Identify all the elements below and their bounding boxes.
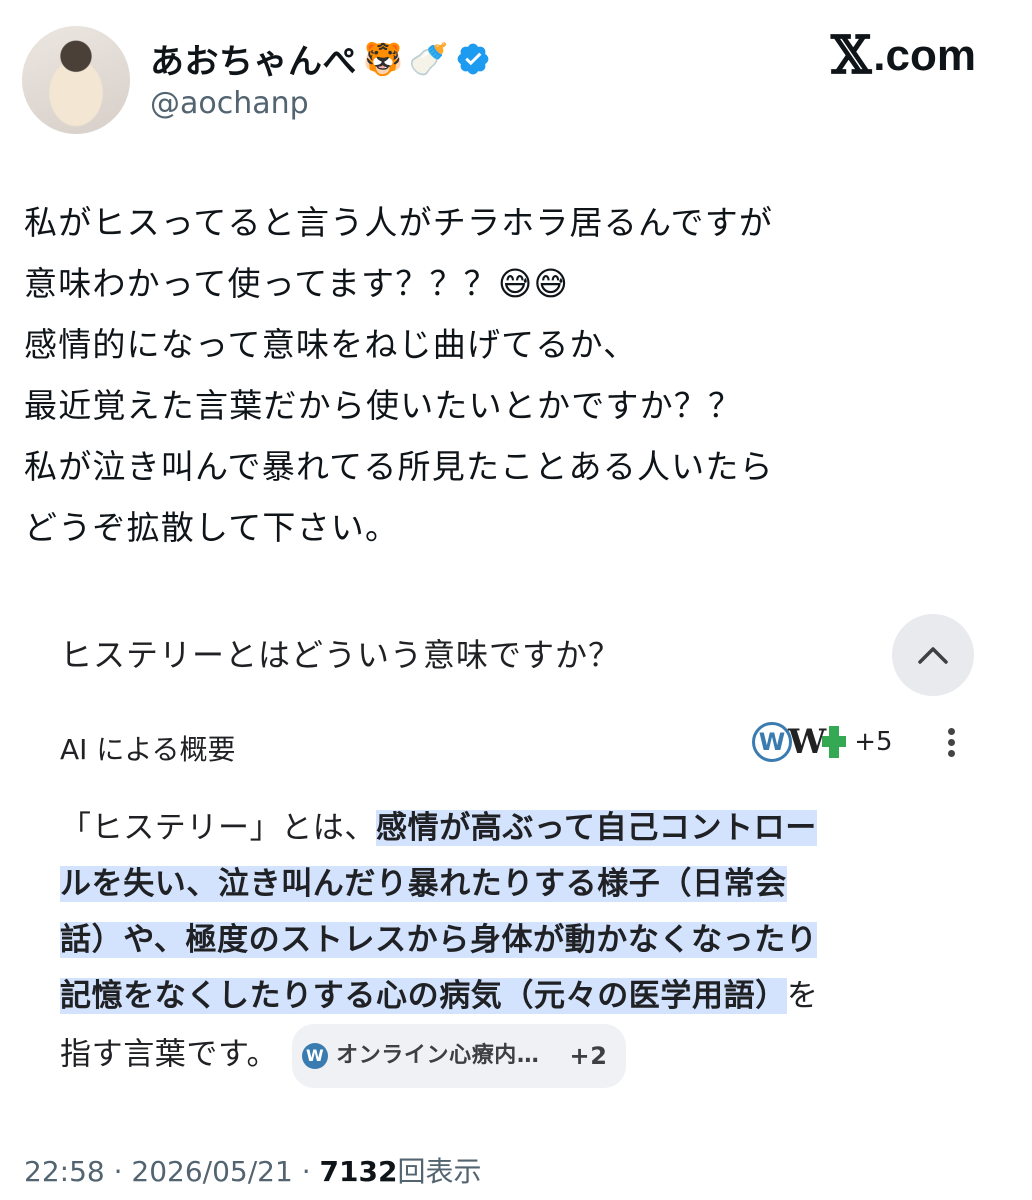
answer-text: 「ヒステリー」とは、 — [60, 810, 376, 846]
view-count: 7132 — [319, 1155, 398, 1188]
site-domain: .com — [873, 31, 976, 80]
verified-badge-icon — [457, 43, 489, 74]
tweet-line: 最近覚えた言葉だから使いたいとかですか？？ — [24, 386, 743, 425]
tweet-line: 意味わかって使ってます？？？😅😅 — [24, 264, 570, 303]
post-date[interactable]: 2026/05/21 — [131, 1155, 292, 1188]
post-time[interactable]: 22:58 — [24, 1155, 105, 1188]
wordpress-icon: W — [752, 722, 792, 762]
tweet-line: 私がヒスってると言う人がチラホラ居るんですが — [24, 203, 774, 242]
answer-highlight: ルを失い、泣き叫んだり暴れたりする様子（日常会 — [60, 866, 787, 902]
avatar[interactable] — [22, 26, 130, 134]
tiger-emoji: 🐯 — [363, 39, 403, 78]
source-chip-count: +2 — [569, 1042, 608, 1070]
handle[interactable]: @aochanp — [150, 86, 309, 121]
tweet-line: 感情的になって意味をねじ曲げてるか、 — [24, 325, 638, 364]
view-label: 回表示 — [397, 1155, 482, 1188]
source-icons[interactable]: W W +5 — [752, 722, 893, 762]
answer-highlight: 記憶をなくしたりする心の病気（元々の医学用語） — [60, 978, 787, 1014]
collapse-button[interactable] — [892, 614, 974, 696]
embedded-screenshot: ヒステリーとはどういう意味ですか？ AI による概要 W W +5 「ヒステリー… — [60, 600, 990, 1100]
wordpress-icon: W — [302, 1043, 329, 1069]
tweet-text: 私がヒスってると言う人がチラホラ居るんですが 意味わかって使ってます？？？😅😅 … — [24, 192, 1014, 558]
x-logo: 𝕏 .com — [831, 30, 976, 82]
baby-bottle-emoji: 🍼 — [408, 39, 449, 78]
green-cross-icon — [822, 726, 847, 758]
chevron-up-icon — [918, 647, 948, 664]
tweet-line: どうぞ拡散して下さい。 — [24, 508, 400, 547]
answer-text: を — [786, 978, 819, 1014]
answer-text: 指す言葉です。 — [60, 1036, 279, 1073]
author-name-row: あおちゃんぺ 🐯 🍼 — [150, 34, 491, 83]
ai-answer: 「ヒステリー」とは、感情が高ぶって自己コントロー ルを失い、泣き叫んだり暴れたり… — [60, 800, 960, 1088]
answer-highlight: 話）や、極度のストレスから身体が動かなくなったり — [60, 922, 818, 958]
source-count: +5 — [854, 727, 893, 757]
display-name[interactable]: あおちゃんぺ — [150, 34, 357, 83]
search-question: ヒステリーとはどういう意味ですか？ — [60, 636, 622, 674]
x-logo-icon: 𝕏 — [830, 25, 872, 86]
source-chip[interactable]: W オンライン心療内… +2 — [292, 1024, 626, 1088]
answer-highlight: 感情が高ぶって自己コントロー — [376, 810, 817, 846]
tweet-meta: 22:58 · 2026/05/21 · 7132回表示 — [24, 1155, 482, 1188]
ai-overview-label: AI による概要 — [60, 733, 236, 766]
more-options-icon[interactable] — [946, 724, 956, 761]
source-chip-label: オンライン心療内… — [336, 1043, 540, 1068]
tweet-line: 私が泣き叫んで暴れてる所見たことある人いたら — [24, 447, 774, 486]
